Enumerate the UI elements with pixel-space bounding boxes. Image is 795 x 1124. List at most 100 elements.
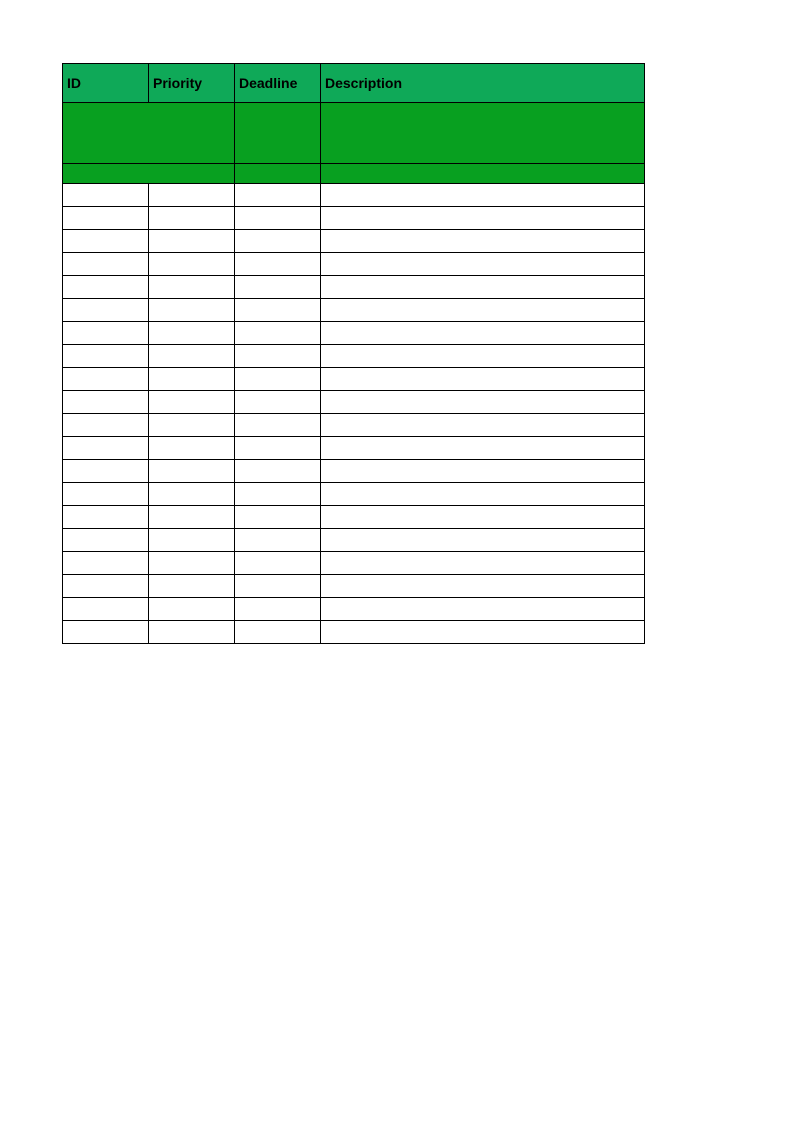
cell-deadline[interactable] xyxy=(235,230,321,253)
table-row[interactable] xyxy=(63,437,645,460)
cell-id[interactable] xyxy=(63,322,149,345)
cell-id[interactable] xyxy=(63,414,149,437)
cell-id[interactable] xyxy=(63,598,149,621)
cell-priority[interactable] xyxy=(149,322,235,345)
cell-id[interactable] xyxy=(63,483,149,506)
table-row[interactable] xyxy=(63,184,645,207)
cell-deadline[interactable] xyxy=(235,345,321,368)
cell-description[interactable] xyxy=(321,529,645,552)
cell-priority[interactable] xyxy=(149,253,235,276)
table-row[interactable] xyxy=(63,552,645,575)
cell-deadline[interactable] xyxy=(235,621,321,644)
table-row[interactable] xyxy=(63,506,645,529)
table-row[interactable] xyxy=(63,414,645,437)
cell-priority[interactable] xyxy=(149,552,235,575)
cell-description[interactable] xyxy=(321,230,645,253)
cell-priority[interactable] xyxy=(149,483,235,506)
table-row[interactable] xyxy=(63,460,645,483)
cell-deadline[interactable] xyxy=(235,460,321,483)
table-row[interactable] xyxy=(63,345,645,368)
cell-deadline[interactable] xyxy=(235,368,321,391)
cell-description[interactable] xyxy=(321,253,645,276)
cell-priority[interactable] xyxy=(149,207,235,230)
cell-priority[interactable] xyxy=(149,414,235,437)
table-row[interactable] xyxy=(63,483,645,506)
table-row[interactable] xyxy=(63,529,645,552)
table-row[interactable] xyxy=(63,253,645,276)
cell-deadline[interactable] xyxy=(235,552,321,575)
cell-priority[interactable] xyxy=(149,621,235,644)
cell-deadline[interactable] xyxy=(235,276,321,299)
cell-description[interactable] xyxy=(321,368,645,391)
cell-description[interactable] xyxy=(321,552,645,575)
table-row[interactable] xyxy=(63,598,645,621)
cell-deadline[interactable] xyxy=(235,299,321,322)
cell-priority[interactable] xyxy=(149,391,235,414)
cell-id[interactable] xyxy=(63,460,149,483)
cell-description[interactable] xyxy=(321,299,645,322)
cell-deadline[interactable] xyxy=(235,184,321,207)
table-row[interactable] xyxy=(63,368,645,391)
cell-priority[interactable] xyxy=(149,368,235,391)
cell-id[interactable] xyxy=(63,184,149,207)
cell-id[interactable] xyxy=(63,207,149,230)
cell-description[interactable] xyxy=(321,391,645,414)
cell-id[interactable] xyxy=(63,506,149,529)
cell-priority[interactable] xyxy=(149,529,235,552)
cell-description[interactable] xyxy=(321,437,645,460)
cell-description[interactable] xyxy=(321,414,645,437)
table-row[interactable] xyxy=(63,621,645,644)
cell-deadline[interactable] xyxy=(235,483,321,506)
table-row[interactable] xyxy=(63,207,645,230)
cell-priority[interactable] xyxy=(149,575,235,598)
cell-id[interactable] xyxy=(63,391,149,414)
cell-priority[interactable] xyxy=(149,506,235,529)
cell-description[interactable] xyxy=(321,276,645,299)
cell-deadline[interactable] xyxy=(235,322,321,345)
table-row[interactable] xyxy=(63,299,645,322)
cell-deadline[interactable] xyxy=(235,207,321,230)
cell-description[interactable] xyxy=(321,345,645,368)
cell-id[interactable] xyxy=(63,368,149,391)
cell-id[interactable] xyxy=(63,276,149,299)
cell-priority[interactable] xyxy=(149,230,235,253)
cell-description[interactable] xyxy=(321,598,645,621)
cell-deadline[interactable] xyxy=(235,253,321,276)
cell-id[interactable] xyxy=(63,621,149,644)
cell-priority[interactable] xyxy=(149,184,235,207)
table-row[interactable] xyxy=(63,322,645,345)
cell-id[interactable] xyxy=(63,253,149,276)
cell-description[interactable] xyxy=(321,575,645,598)
cell-id[interactable] xyxy=(63,345,149,368)
cell-priority[interactable] xyxy=(149,437,235,460)
table-row[interactable] xyxy=(63,276,645,299)
cell-description[interactable] xyxy=(321,460,645,483)
cell-deadline[interactable] xyxy=(235,391,321,414)
cell-id[interactable] xyxy=(63,552,149,575)
cell-id[interactable] xyxy=(63,575,149,598)
cell-priority[interactable] xyxy=(149,460,235,483)
table-row[interactable] xyxy=(63,575,645,598)
cell-description[interactable] xyxy=(321,621,645,644)
cell-description[interactable] xyxy=(321,483,645,506)
cell-id[interactable] xyxy=(63,529,149,552)
cell-deadline[interactable] xyxy=(235,414,321,437)
cell-deadline[interactable] xyxy=(235,598,321,621)
cell-deadline[interactable] xyxy=(235,506,321,529)
cell-deadline[interactable] xyxy=(235,529,321,552)
cell-deadline[interactable] xyxy=(235,437,321,460)
cell-id[interactable] xyxy=(63,437,149,460)
cell-description[interactable] xyxy=(321,506,645,529)
table-row[interactable] xyxy=(63,391,645,414)
table-row[interactable] xyxy=(63,230,645,253)
cell-deadline[interactable] xyxy=(235,575,321,598)
cell-priority[interactable] xyxy=(149,276,235,299)
cell-priority[interactable] xyxy=(149,345,235,368)
cell-priority[interactable] xyxy=(149,598,235,621)
cell-priority[interactable] xyxy=(149,299,235,322)
cell-id[interactable] xyxy=(63,230,149,253)
cell-description[interactable] xyxy=(321,184,645,207)
cell-description[interactable] xyxy=(321,322,645,345)
cell-description[interactable] xyxy=(321,207,645,230)
cell-id[interactable] xyxy=(63,299,149,322)
